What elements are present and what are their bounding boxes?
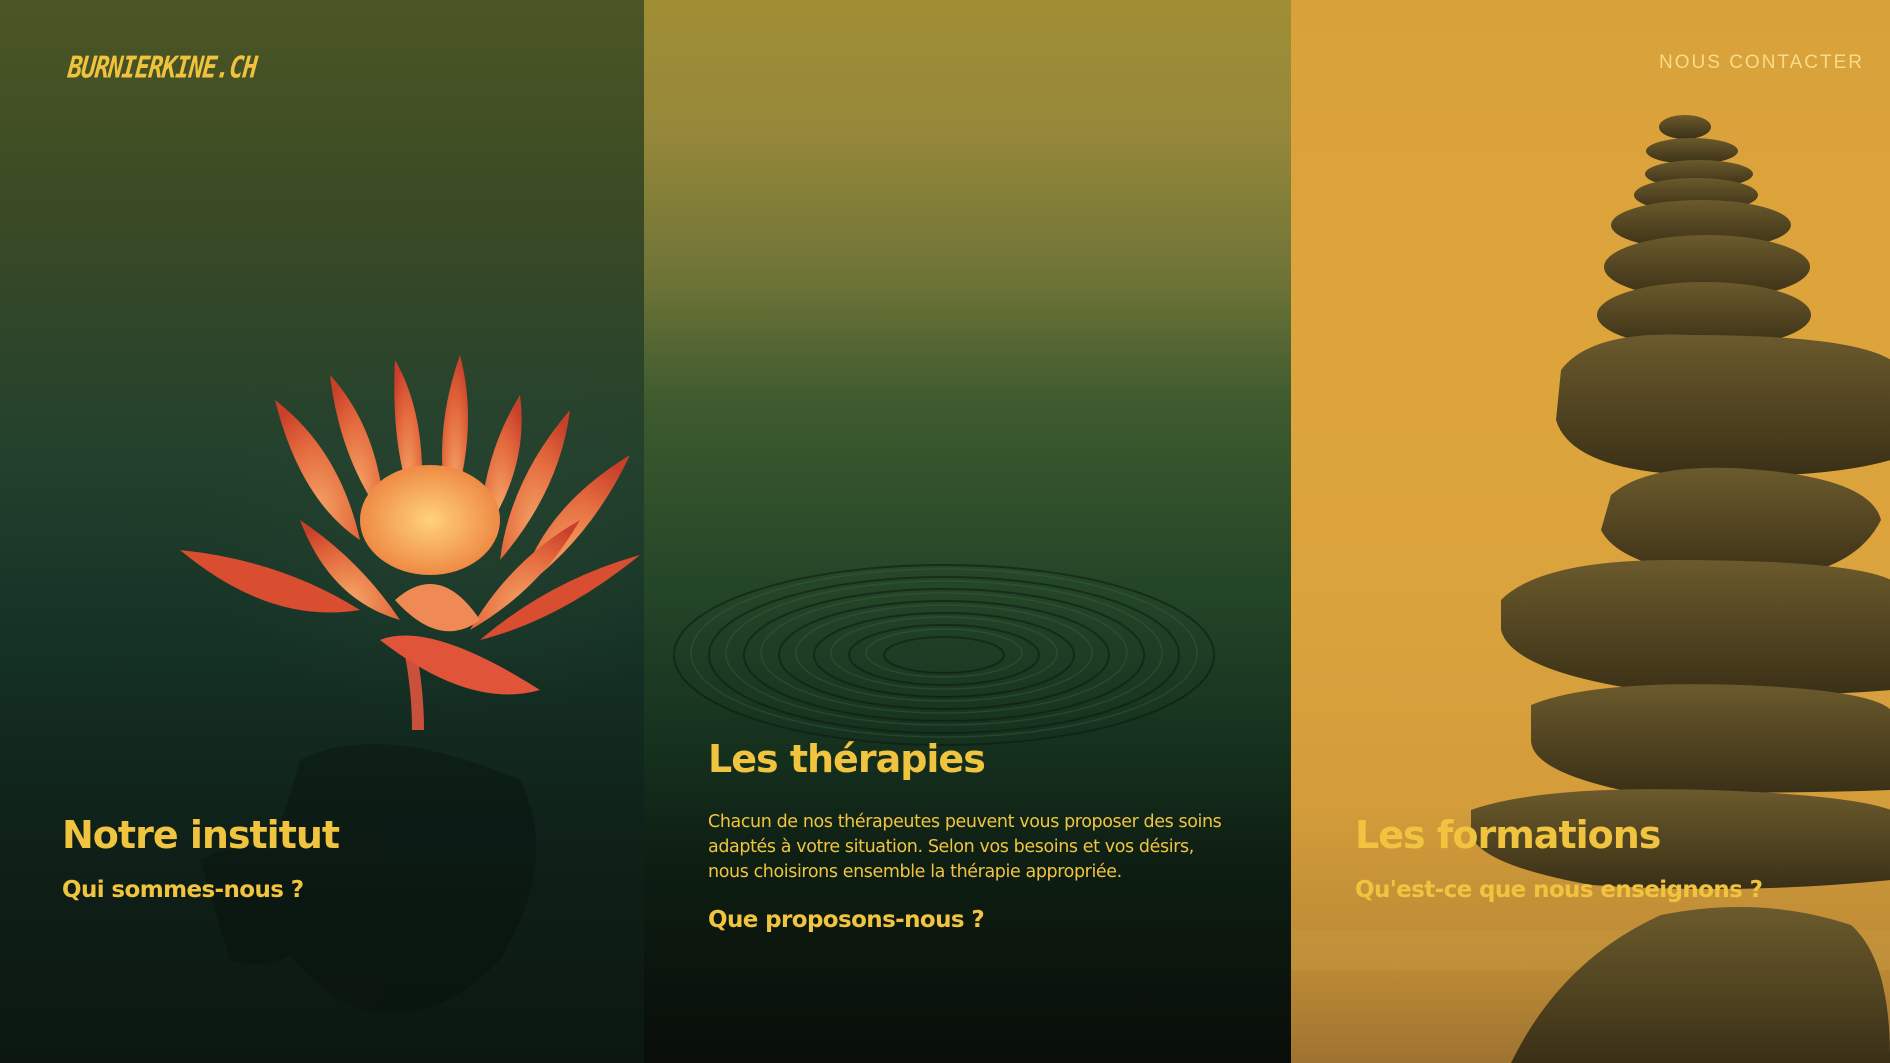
panel-formations[interactable]: NOUS CONTACTER Les formations Qu'est-ce … <box>1291 0 1890 1063</box>
panel-formations-link[interactable]: Qu'est-ce que nous enseignons ? <box>1355 877 1763 903</box>
panel-therapies-description: Chacun de nos thérapeutes peuvent vous p… <box>708 812 1222 882</box>
site-logo[interactable]: BURNIERKINE.CH <box>66 50 258 85</box>
panel-therapies[interactable]: Les thérapies Chacun de nos thérapeutes … <box>644 0 1291 1063</box>
contact-link[interactable]: NOUS CONTACTER <box>1659 52 1864 74</box>
water-ripple-image <box>673 564 1215 746</box>
panel-institut-link[interactable]: Qui sommes-nous ? <box>62 877 304 903</box>
landing-page: Notre institut Qui sommes-nous ? Les thé… <box>0 0 1890 1063</box>
panel-formations-title: Les formations <box>1355 813 1661 857</box>
panel-institut-title: Notre institut <box>62 813 340 857</box>
stacked-stones-image <box>1291 115 1890 1063</box>
panel-therapies-link[interactable]: Que proposons-nous ? <box>708 907 985 933</box>
lotus-flower-image <box>180 355 640 1014</box>
panel-institut[interactable]: Notre institut Qui sommes-nous ? <box>0 0 644 1063</box>
panel-therapies-title: Les thérapies <box>708 737 986 781</box>
